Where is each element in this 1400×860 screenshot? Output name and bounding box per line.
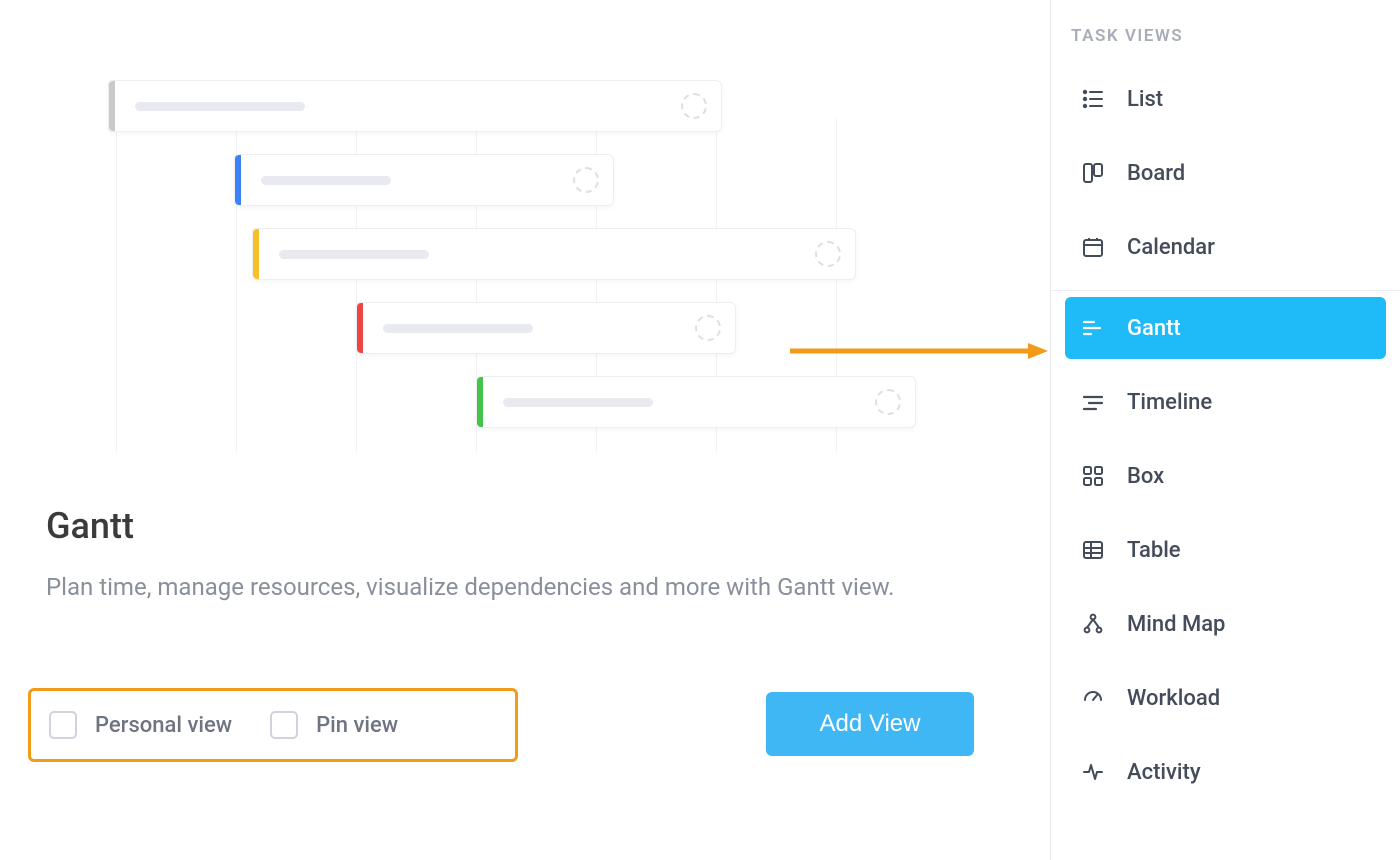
bar-color: [235, 155, 241, 205]
view-item-calendar[interactable]: Calendar: [1065, 216, 1386, 278]
assignee-placeholder-icon: [681, 93, 707, 119]
task-views-sidebar: TASK VIEWS List Board Calendar: [1050, 0, 1400, 860]
add-view-label: Add View: [820, 710, 921, 737]
assignee-placeholder-icon: [815, 241, 841, 267]
assignee-placeholder-icon: [695, 315, 721, 341]
board-icon: [1081, 161, 1105, 185]
view-title: Gantt: [46, 505, 956, 547]
mindmap-icon: [1081, 612, 1105, 636]
gantt-bar: [252, 228, 856, 280]
sidebar-header: TASK VIEWS: [1065, 26, 1386, 46]
assignee-placeholder-icon: [875, 389, 901, 415]
bar-color: [477, 377, 483, 427]
view-item-label: Workload: [1127, 686, 1220, 711]
checkbox-icon: [270, 711, 298, 739]
view-item-label: Timeline: [1127, 390, 1212, 415]
view-item-activity[interactable]: Activity: [1065, 741, 1386, 803]
box-icon: [1081, 464, 1105, 488]
annotation-options-highlight: Personal view Pin view: [28, 688, 518, 762]
sidebar-divider: [1051, 290, 1400, 291]
pin-view-label: Pin view: [316, 713, 398, 738]
view-item-label: Mind Map: [1127, 612, 1225, 637]
gantt-bar: [356, 302, 736, 354]
gantt-bar: [234, 154, 614, 206]
view-item-timeline[interactable]: Timeline: [1065, 371, 1386, 433]
view-item-label: Calendar: [1127, 235, 1215, 260]
calendar-icon: [1081, 235, 1105, 259]
view-item-board[interactable]: Board: [1065, 142, 1386, 204]
timeline-icon: [1081, 390, 1105, 414]
personal-view-label: Personal view: [95, 713, 232, 738]
add-view-button[interactable]: Add View: [766, 692, 974, 756]
personal-view-checkbox[interactable]: Personal view: [49, 711, 232, 739]
view-description: Plan time, manage resources, visualize d…: [46, 569, 956, 606]
view-item-label: Activity: [1127, 760, 1201, 785]
workload-icon: [1081, 686, 1105, 710]
annotation-arrow-icon: [790, 342, 1050, 360]
bar-text-placeholder: [135, 102, 305, 111]
view-item-table[interactable]: Table: [1065, 519, 1386, 581]
bar-color: [109, 81, 115, 131]
view-item-label: Box: [1127, 464, 1164, 489]
view-item-label: List: [1127, 87, 1163, 112]
bar-text-placeholder: [279, 250, 429, 259]
bar-text-placeholder: [261, 176, 391, 185]
view-item-box[interactable]: Box: [1065, 445, 1386, 507]
gantt-icon: [1081, 316, 1105, 340]
bar-color: [253, 229, 259, 279]
view-item-label: Table: [1127, 538, 1181, 563]
pin-view-checkbox[interactable]: Pin view: [270, 711, 398, 739]
bar-color: [357, 303, 363, 353]
gantt-bar: [476, 376, 916, 428]
view-item-list[interactable]: List: [1065, 68, 1386, 130]
gantt-bar: [108, 80, 722, 132]
view-item-label: Gantt: [1127, 316, 1181, 341]
assignee-placeholder-icon: [573, 167, 599, 193]
view-item-mindmap[interactable]: Mind Map: [1065, 593, 1386, 655]
bar-text-placeholder: [383, 324, 533, 333]
grid-line: [116, 118, 117, 452]
view-item-gantt[interactable]: Gantt: [1065, 297, 1386, 359]
view-item-label: Board: [1127, 161, 1185, 186]
bar-text-placeholder: [503, 398, 653, 407]
list-icon: [1081, 87, 1105, 111]
table-icon: [1081, 538, 1105, 562]
checkbox-icon: [49, 711, 77, 739]
gantt-preview: [46, 52, 996, 472]
view-item-workload[interactable]: Workload: [1065, 667, 1386, 729]
activity-icon: [1081, 760, 1105, 784]
